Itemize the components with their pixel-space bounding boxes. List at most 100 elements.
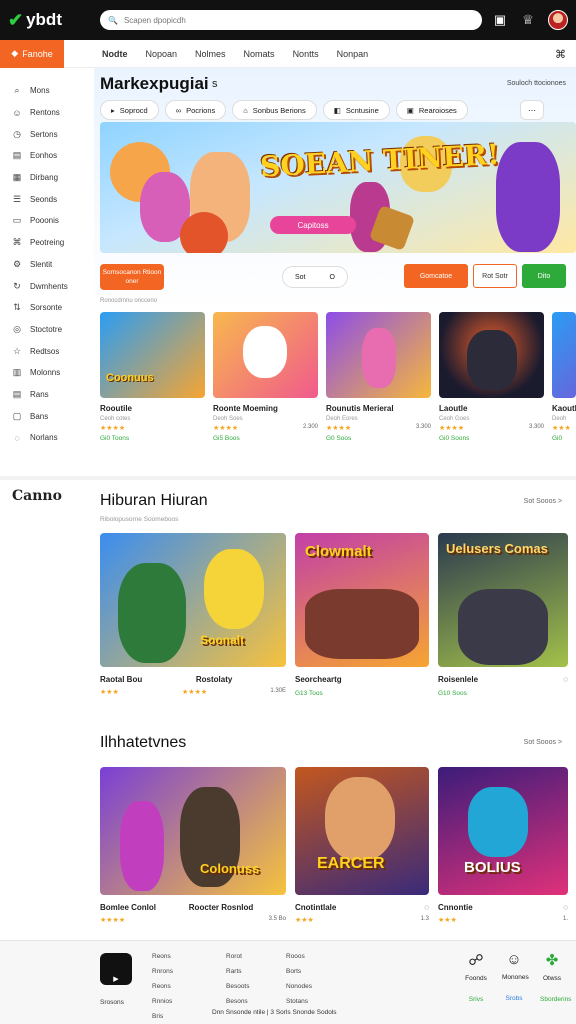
banner-cta-button[interactable]: Capitoss (270, 216, 356, 234)
footer-app-messages[interactable]: ☺ Monones Srobs (502, 951, 529, 1003)
footer-link[interactable]: Rnrons (152, 964, 173, 979)
green-action-button[interactable]: Dito (522, 264, 566, 288)
footer-app-games[interactable]: ✤ Otwss Sborderins (540, 951, 571, 1003)
promo-button[interactable]: Somsocanon Rtioon oner (100, 264, 164, 290)
game-card[interactable]: Laoutle Ceoh Goes ★★★★ 3.300 Gi0 Soons (439, 312, 544, 442)
featured-thumbnail[interactable]: Soonalt (100, 533, 286, 667)
sidebar-item[interactable]: ⚙ Slentit (0, 254, 94, 276)
featured-card[interactable]: Colonuss Bomlee Conlol Roocter Rosnlod ★… (100, 767, 286, 924)
game-thumbnail[interactable] (213, 312, 318, 398)
secondary-action-button[interactable]: Rot Sotr (473, 264, 517, 288)
footer-link[interactable]: Reons (152, 949, 173, 964)
see-all-link[interactable]: Souloch ttocionoes (507, 80, 566, 87)
sidebar-item[interactable]: ◷ Sertons (0, 123, 94, 145)
featured-card[interactable]: Clowmalt Seorcheartg G13 Toos (295, 533, 429, 697)
sidebar-item[interactable]: ⌘ Peotreing (0, 232, 94, 254)
card-title: Cnotintlale (295, 903, 337, 912)
see-all-link[interactable]: Sot Sooos > (524, 498, 562, 505)
see-all-link[interactable]: Sot Sooos > (524, 739, 562, 746)
footer-link[interactable]: Bris (152, 1009, 173, 1024)
toggle-left[interactable]: Sot (295, 274, 306, 281)
featured-thumbnail[interactable]: EARCER (295, 767, 429, 895)
featured-thumbnail[interactable]: Clowmalt (295, 533, 429, 667)
sidebar-item[interactable]: ▤ Rans (0, 384, 94, 406)
sidebar-item[interactable]: ↻ Dwmhents (0, 275, 94, 297)
trophy-icon[interactable]: ♕ (520, 12, 536, 28)
info-icon[interactable]: ◌ (563, 903, 568, 912)
wizard-character (118, 563, 186, 663)
rating-stars: ★★★★ (100, 917, 126, 924)
game-card-partial[interactable]: Kaoutl Deoh ★★★ Gi0 (552, 312, 576, 442)
tab-6[interactable]: Nonpan (337, 49, 369, 59)
people-icon: ☍ (468, 952, 484, 969)
sidebar-item[interactable]: ⌕ Mons (0, 80, 94, 102)
sidebar-item[interactable]: ▥ Molonns (0, 362, 94, 384)
footer-legal-text: Dnn Snsonde ntile | 3 Sorls Snonde Sodol… (212, 1009, 337, 1016)
sidebar-item[interactable]: ▦ Dirbang (0, 167, 94, 189)
footer-link[interactable]: Rnnios (152, 994, 173, 1009)
featured-card[interactable]: Uelusers Comas Roisenlele ◌ G10 Soos (438, 533, 568, 697)
featured-thumbnail[interactable]: BOLIUS (438, 767, 568, 895)
footer-link[interactable]: Besoots (226, 979, 250, 994)
tab-2[interactable]: Nopoan (146, 49, 178, 59)
refresh-icon: ↻ (13, 280, 21, 291)
info-icon[interactable]: ◌ (424, 903, 429, 912)
footer-link[interactable]: Reons (152, 979, 173, 994)
primary-action-button[interactable]: Gomcatoe (404, 264, 468, 288)
game-thumbnail[interactable]: Coonuus (100, 312, 205, 398)
game-thumbnail[interactable] (326, 312, 431, 398)
featured-card[interactable]: BOLIUS Cnnontie ◌ ★★★ 1. (438, 767, 568, 924)
tab-1[interactable]: Nodte (102, 49, 128, 59)
chip-4[interactable]: ◧ Scntusine (322, 100, 390, 120)
featured-thumbnail[interactable]: Uelusers Comas (438, 533, 568, 667)
footer-app-logo[interactable]: ▶ (100, 953, 132, 985)
footer-link[interactable]: Besons (226, 994, 250, 1009)
footer-link[interactable]: Rarts (226, 964, 250, 979)
info-icon[interactable]: ◌ (563, 675, 568, 684)
featured-row: Soonalt Raotal Bou Rostolaty ★★★ ★★★★ 1.… (100, 533, 568, 697)
app-logo[interactable]: ✔ ybdt (8, 10, 100, 31)
boy-character (496, 142, 560, 252)
featured-card[interactable]: Soonalt Raotal Bou Rostolaty ★★★ ★★★★ 1.… (100, 533, 286, 697)
more-chips-button[interactable]: ⋯ (520, 100, 544, 120)
tab-4[interactable]: Nomats (244, 49, 275, 59)
footer-app-friends[interactable]: ☍ Foonds Srivs (464, 951, 488, 1003)
footer-link[interactable]: Rorot (226, 949, 250, 964)
sidebar-item[interactable]: ▤ Eonhos (0, 145, 94, 167)
footer-link[interactable]: Stotans (286, 994, 312, 1009)
search-input[interactable]: 🔍 Scapen dpopicdh (100, 10, 482, 30)
sidebar-item[interactable]: ◎ Stoctotre (0, 319, 94, 341)
wallet-icon[interactable]: ▣ (492, 12, 508, 28)
game-card[interactable]: Roonte Moeming Deoh Soes ★★★★ 2.300 Gi5 B… (213, 312, 318, 442)
footer-link[interactable]: Borts (286, 964, 312, 979)
brand-button[interactable]: ◆ Fanohe (0, 39, 64, 68)
footer-column-3: Rooos Borts Nonodes Stotans (286, 949, 312, 1009)
controller-icon[interactable]: ⌘ (555, 48, 566, 61)
view-toggle[interactable]: Sot O (282, 266, 348, 288)
featured-thumbnail[interactable]: Colonuss (100, 767, 286, 895)
game-card[interactable]: Rounutis Merieral Deoh Eores ★★★★ 3.300 G… (326, 312, 431, 442)
toggle-right[interactable]: O (330, 274, 335, 281)
sidebar-item[interactable]: ◌ Norlans (0, 427, 94, 449)
chip-1[interactable]: ▸ Soprocd (100, 100, 159, 120)
sidebar-item[interactable]: ▢ Bans (0, 405, 94, 427)
sidebar-item[interactable]: ▭ Pooonis (0, 210, 94, 232)
game-card[interactable]: Coonuus Rooutile Ceoh cotes ★★★★ Gi0 Too… (100, 312, 205, 442)
sidebar-item[interactable]: ☰ Seonds (0, 188, 94, 210)
user-avatar[interactable] (548, 10, 568, 30)
sidebar-item[interactable]: ⇅ Sorsonte (0, 297, 94, 319)
game-thumbnail[interactable] (552, 312, 576, 398)
footer-link[interactable]: Rooos (286, 949, 312, 964)
game-thumbnail[interactable] (439, 312, 544, 398)
tab-5[interactable]: Nontts (293, 49, 319, 59)
footer-link[interactable]: Nonodes (286, 979, 312, 994)
hero-banner[interactable]: SOEAN TINER! Capitoss (100, 122, 576, 253)
cat-character (243, 326, 287, 378)
sidebar-item[interactable]: ☆ Redtsos (0, 340, 94, 362)
chip-3[interactable]: ⌂ Sonbus Berions (232, 100, 317, 120)
tab-3[interactable]: Nolmes (195, 49, 226, 59)
sidebar-item[interactable]: ☺ Rentons (0, 102, 94, 124)
chip-5[interactable]: ▣ Rearoioses (395, 100, 468, 120)
featured-card[interactable]: EARCER Cnotintlale ◌ ★★★ 1.3 (295, 767, 429, 924)
chip-2[interactable]: ∞ Pocrions (164, 100, 227, 120)
